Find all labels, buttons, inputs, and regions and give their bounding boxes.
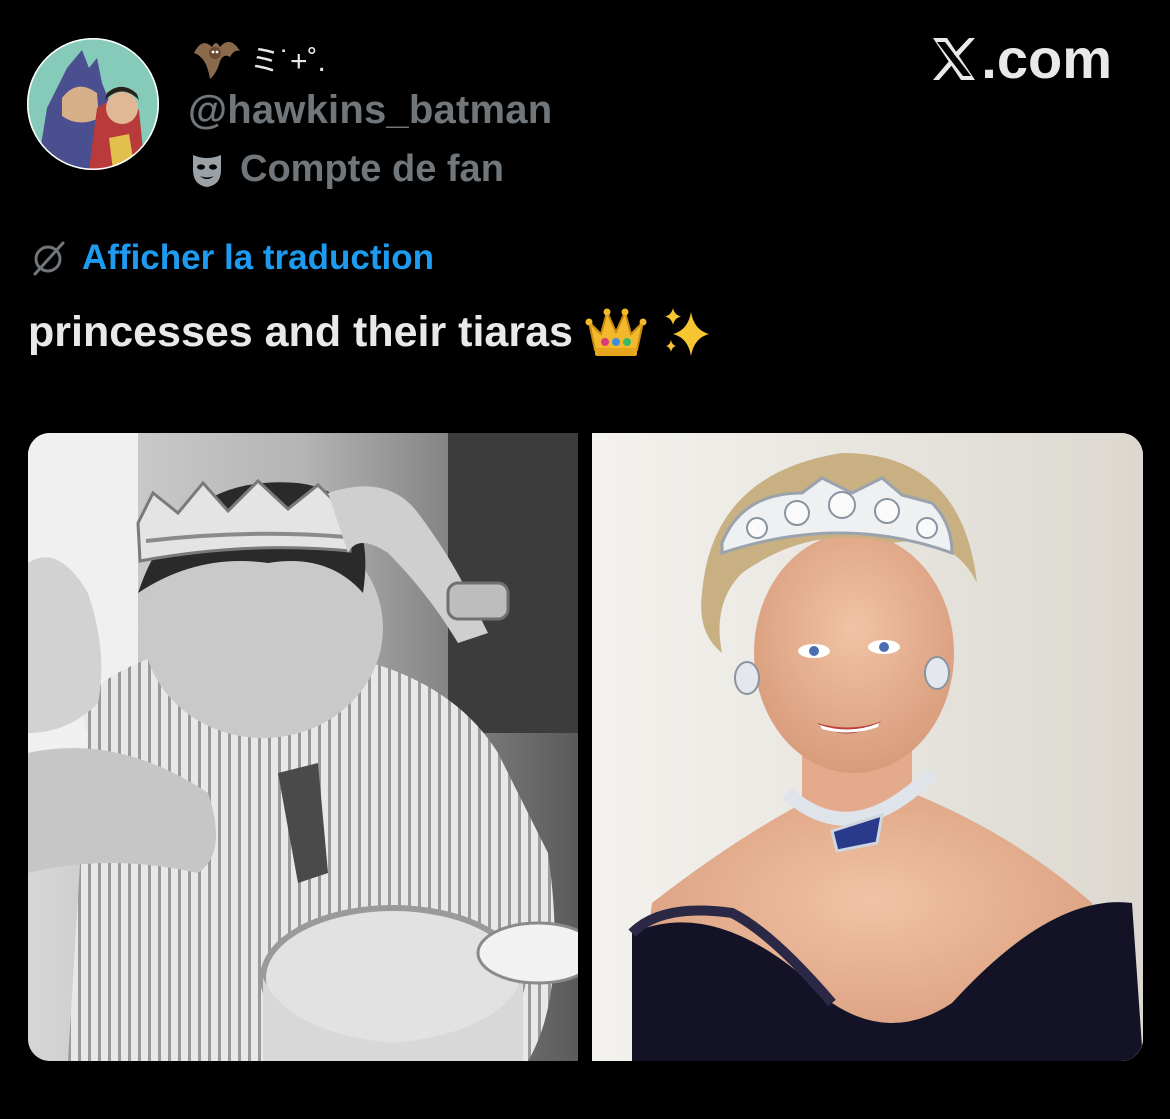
x-logo: .com (929, 26, 1112, 91)
photo-tiara-image (592, 433, 1143, 1061)
author-handle[interactable]: @hawkins_batman (188, 88, 552, 133)
fan-account-badge: Compte de fan (190, 148, 504, 191)
photo-bw-image (28, 433, 578, 1061)
translate-control[interactable]: Afficher la traduction (30, 238, 434, 278)
site-logo-text: .com (981, 27, 1112, 90)
display-name[interactable]: ミ˙+˚. (190, 30, 326, 86)
translate-icon (33, 241, 65, 276)
crown-emoji-icon (585, 308, 647, 356)
x-icon (933, 37, 976, 80)
translate-link[interactable]: Afficher la traduction (82, 238, 434, 278)
tweet-text: princesses and their tiaras (28, 304, 713, 360)
photo-left[interactable] (28, 433, 578, 1061)
bat-emoji-icon (194, 41, 240, 79)
media-grid (28, 433, 1143, 1061)
avatar-image (27, 38, 159, 170)
avatar[interactable] (27, 38, 159, 170)
mask-icon (193, 154, 221, 187)
sparkles-emoji-icon (664, 308, 709, 356)
tweet-body: princesses and their tiaras (28, 307, 573, 356)
display-name-text: ミ˙+˚. (250, 45, 326, 78)
badge-label: Compte de fan (240, 148, 504, 190)
photo-right[interactable] (592, 433, 1143, 1061)
